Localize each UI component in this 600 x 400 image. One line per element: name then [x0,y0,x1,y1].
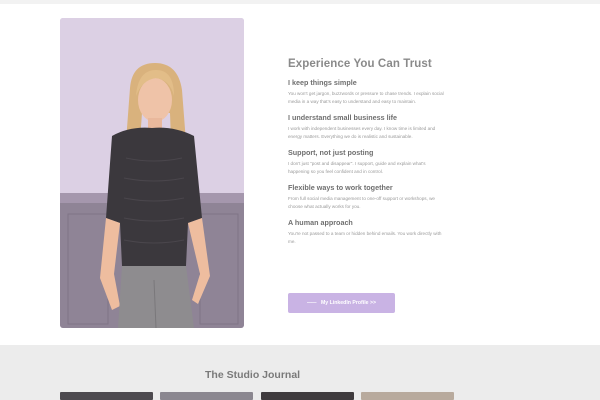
value-point-title: Support, not just posting [288,148,374,157]
value-point-text: You won't get jargon, buzzwords or press… [288,91,444,104]
journal-post-thumbnail[interactable] [160,392,253,400]
journal-heading: The Studio Journal [205,369,301,381]
journal-section: The Studio Journal [0,345,600,400]
value-point: I understand small business life I work … [288,113,448,141]
value-point-text: I work with independent businesses every… [288,126,436,139]
value-point-title: I keep things simple [288,78,357,87]
value-point-title: I understand small business life [288,113,398,122]
header-edge [0,0,600,4]
value-point-text: From full social media management to one… [288,196,435,209]
value-point: A human approach You're not passed to a … [288,218,448,246]
value-point: I keep things simple You won't get jargo… [288,78,448,106]
journal-post-thumbnail[interactable] [261,392,354,400]
section-heading: Experience You Can Trust [288,58,432,70]
value-point-text: You're not passed to a team or hidden be… [288,231,442,244]
linkedin-profile-button[interactable]: —— My LinkedIn Profile >> [288,293,395,313]
value-point-title: Flexible ways to work together [288,183,393,192]
value-point: Support, not just posting I don't just "… [288,148,448,176]
value-point: Flexible ways to work together From full… [288,183,448,211]
journal-post-thumbnail[interactable] [60,392,153,400]
linkedin-profile-label: My LinkedIn Profile >> [320,300,377,306]
arrow-line-icon: —— [306,300,317,306]
value-point-title: A human approach [288,218,353,227]
profile-photo [60,18,244,328]
value-point-text: I don't just "post and disappear". I sup… [288,161,426,174]
about-section: Experience You Can Trust I keep things s… [288,58,448,253]
journal-post-thumbnail[interactable] [361,392,454,400]
